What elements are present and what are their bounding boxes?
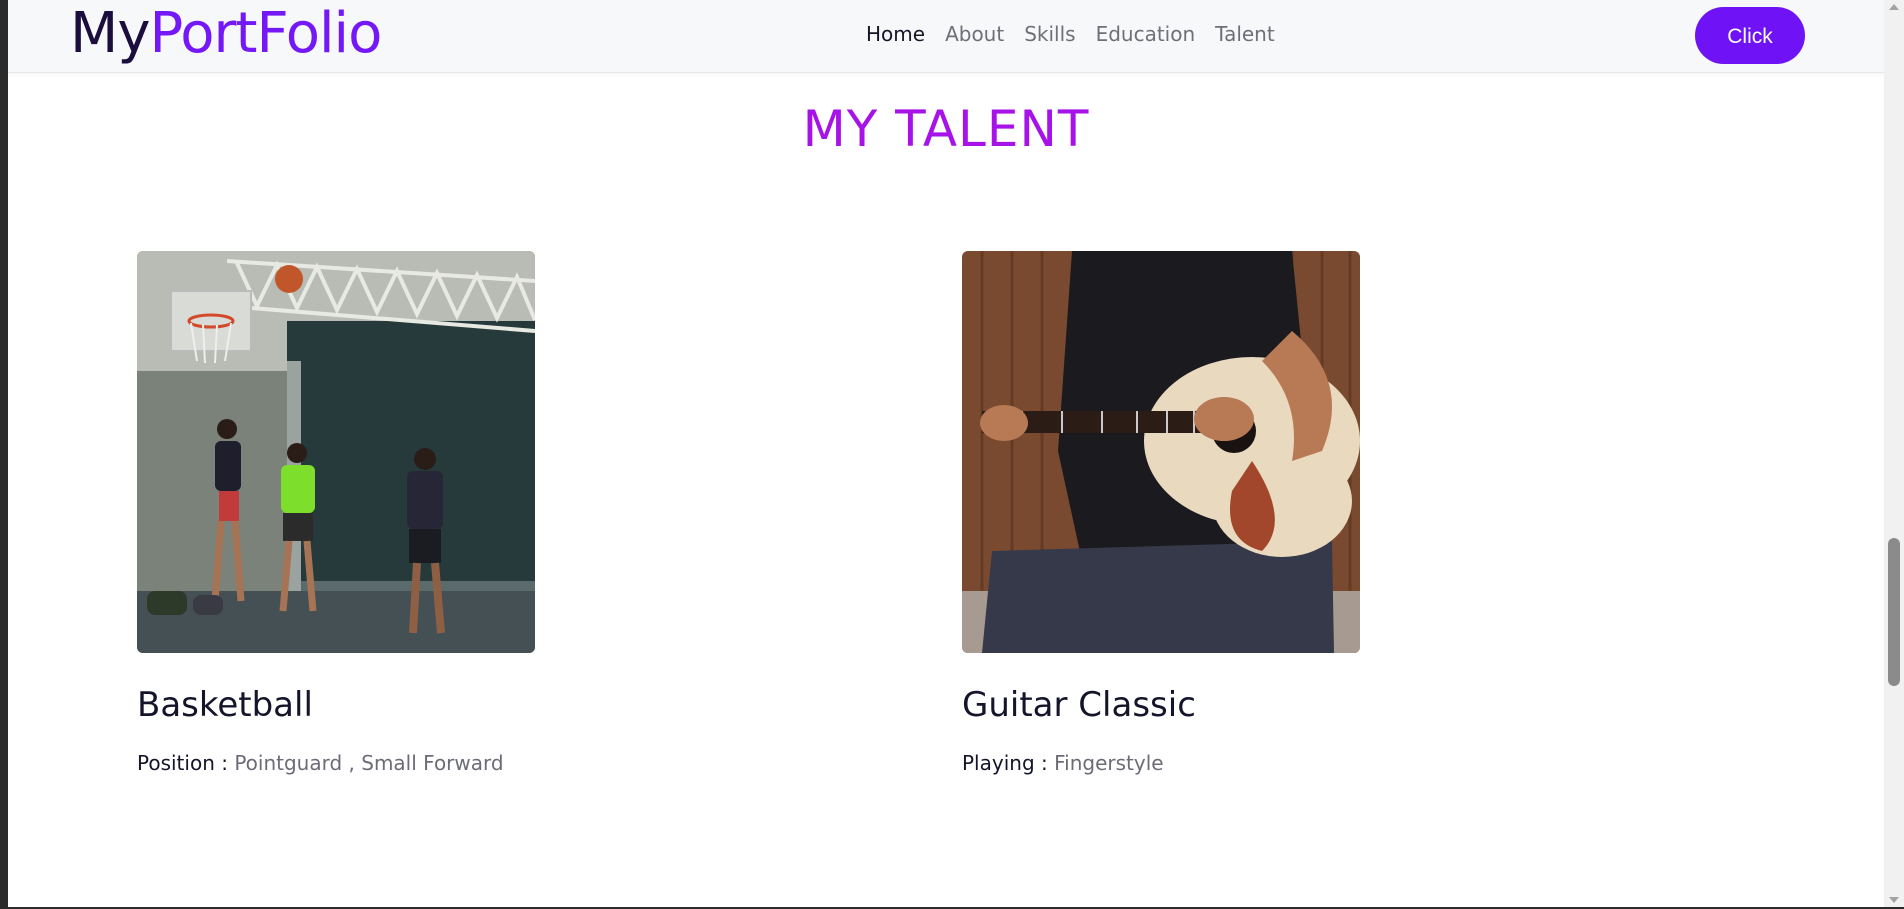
navbar: MyPortFolio Home About Skills Education … (8, 0, 1884, 73)
nav-link-skills[interactable]: Skills (1024, 20, 1075, 48)
talent-name: Guitar Classic (962, 685, 1196, 725)
talent-name: Basketball (137, 685, 313, 725)
browser-viewport: MyPortFolio Home About Skills Education … (0, 0, 1904, 909)
scroll-down-arrow-icon[interactable] (1889, 897, 1899, 903)
nav-link-home[interactable]: Home (866, 20, 925, 48)
main-nav: Home About Skills Education Talent (866, 20, 1295, 48)
talent-detail: Playing : Fingerstyle (962, 749, 1522, 777)
detail-label: Playing : (962, 751, 1048, 775)
nav-link-talent[interactable]: Talent (1215, 20, 1275, 48)
click-button[interactable]: Click (1695, 7, 1805, 64)
talent-card-guitar: Guitar Classic Playing : Fingerstyle (962, 251, 1522, 777)
scrollbar-thumb[interactable] (1888, 538, 1900, 686)
talent-section-title: MY TALENT (802, 100, 1090, 158)
nav-link-about[interactable]: About (945, 20, 1004, 48)
brand-logo-part-my: My (70, 1, 150, 66)
basketball-photo (137, 251, 535, 653)
detail-label: Position : (137, 751, 228, 775)
detail-value: Fingerstyle (1054, 751, 1164, 775)
brand-logo[interactable]: MyPortFolio (70, 0, 382, 68)
talent-detail: Position : Pointguard , Small Forward (137, 749, 697, 777)
talent-card-basketball: Basketball Position : Pointguard , Small… (137, 251, 697, 777)
nav-link-education[interactable]: Education (1096, 20, 1196, 48)
brand-logo-part-portfolio: PortFolio (149, 1, 382, 66)
scroll-up-arrow-icon[interactable] (1889, 4, 1899, 10)
guitar-photo (962, 251, 1360, 653)
detail-value: Pointguard , Small Forward (234, 751, 504, 775)
page-scrollbar[interactable] (1884, 0, 1904, 907)
